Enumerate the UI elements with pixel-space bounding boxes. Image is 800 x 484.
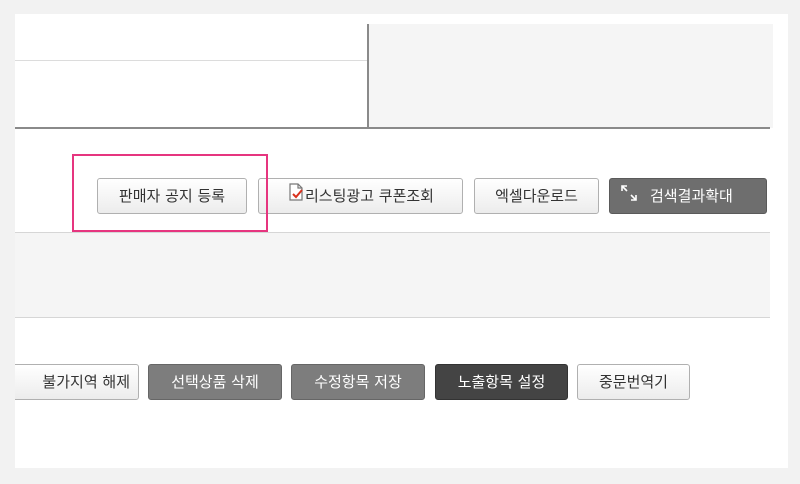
exposure-settings-label: 노출항목 설정 [457, 373, 546, 391]
seller-notice-register-label: 판매자 공지 등록 [118, 187, 226, 205]
document-check-icon [287, 180, 305, 214]
delete-selected-button[interactable]: 선택상품 삭제 [148, 364, 282, 400]
delete-selected-label: 선택상품 삭제 [171, 373, 259, 391]
top-table-left-cell [15, 24, 367, 136]
save-edited-button[interactable]: 수정항목 저장 [291, 364, 425, 400]
seller-notice-register-button[interactable]: 판매자 공지 등록 [97, 178, 247, 214]
chinese-translator-label: 중문번역기 [598, 373, 668, 391]
expand-results-button[interactable]: 검색결과확대 [609, 178, 767, 214]
listing-ad-coupon-button[interactable]: 리스팅광고 쿠폰조회 [258, 178, 463, 214]
exposure-settings-button[interactable]: 노출항목 설정 [435, 364, 568, 400]
expand-results-label: 검색결과확대 [650, 187, 733, 205]
table-row-divider [15, 60, 367, 61]
expand-arrows-icon [620, 180, 638, 214]
grey-band [15, 232, 770, 318]
excel-download-label: 엑셀다운로드 [495, 187, 578, 205]
top-table-right-cell [367, 24, 773, 128]
excel-download-button[interactable]: 엑셀다운로드 [474, 178, 599, 214]
chinese-translator-button[interactable]: 중문번역기 [577, 364, 690, 400]
release-unavailable-region-label: 불가지역 해제 [42, 373, 130, 391]
release-unavailable-region-button[interactable]: 불가지역 해제 [15, 364, 139, 400]
content-panel: 판매자 공지 등록 리스팅광고 쿠폰조회 엑셀다운로드 검색결과확대 불가지역 [15, 14, 788, 468]
listing-ad-coupon-label: 리스팅광고 쿠폰조회 [305, 187, 434, 205]
table-bottom-border [15, 127, 770, 129]
save-edited-label: 수정항목 저장 [314, 373, 402, 391]
